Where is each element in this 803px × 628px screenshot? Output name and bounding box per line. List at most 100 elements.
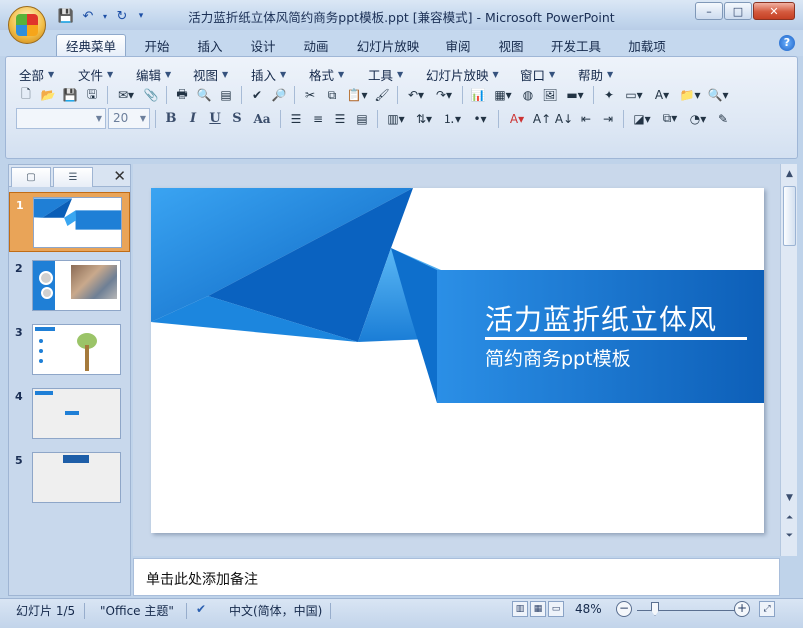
menu-tools[interactable]: 工具 ▼ [368, 65, 403, 84]
new-slide-icon[interactable]: ✦ [599, 85, 619, 105]
office-button[interactable] [8, 6, 46, 44]
copy-icon[interactable]: ⧉ [322, 85, 342, 105]
permission-icon[interactable]: 🖫 [82, 85, 102, 105]
folder-icon[interactable]: 📁▾ [677, 85, 703, 105]
zoom-out-icon[interactable]: − [616, 601, 632, 617]
font-size-dropdown[interactable]: 20 ▼ [108, 108, 150, 129]
numbering-icon[interactable]: ⒈▾ [439, 109, 465, 129]
bold-button[interactable]: B [161, 109, 181, 129]
scroll-up-icon[interactable]: ▲ [782, 166, 797, 181]
fit-to-window-icon[interactable]: ⤢ [759, 601, 775, 617]
table-icon[interactable]: ▦▾ [490, 85, 516, 105]
align-center-icon[interactable]: ≡ [308, 109, 328, 129]
vertical-scrollbar[interactable]: ▲ ▼ ⏶ ⏷ [780, 164, 797, 556]
paste-icon[interactable]: 📋▾ [344, 85, 370, 105]
cut-icon[interactable]: ✂ [300, 85, 320, 105]
print-preview-icon[interactable]: 🔍 [194, 85, 214, 105]
open-folder-icon[interactable]: 📂 [38, 85, 58, 105]
research-icon[interactable]: ▤ [216, 85, 236, 105]
maximize-button[interactable]: □ [724, 2, 752, 20]
picture-icon[interactable]: 🖼 [540, 85, 560, 105]
menu-all[interactable]: 全部 ▼ [19, 65, 54, 84]
slide-thumbnail-2[interactable]: 2 [9, 256, 130, 316]
tab-classic-menu[interactable]: 经典菜单 [56, 34, 126, 56]
spelling-icon[interactable]: ✔ [247, 85, 267, 105]
shape-outline-icon[interactable]: ✎ [713, 109, 733, 129]
zoom-in-icon[interactable]: + [734, 601, 750, 617]
new-document-icon[interactable]: 🗋 [16, 85, 36, 105]
align-left-icon[interactable]: ☰ [286, 109, 306, 129]
outline-tab[interactable]: ☰ [53, 167, 93, 187]
italic-button[interactable]: I [183, 109, 203, 129]
language[interactable]: 中文(简体，中国) [229, 602, 322, 619]
tab-home[interactable]: 开始 [137, 34, 177, 56]
zoom-slider-thumb[interactable] [651, 602, 659, 616]
align-right-icon[interactable]: ☰ [330, 109, 350, 129]
bullets-icon[interactable]: •▾ [467, 109, 493, 129]
undo-icon[interactable]: ↶▾ [403, 85, 429, 105]
justify-icon[interactable]: ▤ [352, 109, 372, 129]
text-box-icon[interactable]: A▾ [649, 85, 675, 105]
chart-icon[interactable]: 📊 [468, 85, 488, 105]
menu-format[interactable]: 格式 ▼ [309, 65, 344, 84]
redo-icon[interactable]: ↷▾ [431, 85, 457, 105]
shape-fill-icon[interactable]: ◔▾ [685, 109, 711, 129]
tab-design[interactable]: 设计 [243, 34, 283, 56]
slide-sorter-icon[interactable]: ▦ [530, 601, 546, 617]
help-icon[interactable]: ? [779, 35, 795, 51]
tab-insert[interactable]: 插入 [190, 34, 230, 56]
notes-pane[interactable]: 单击此处添加备注 [133, 558, 780, 596]
decrease-font-icon[interactable]: A↓ [554, 109, 574, 129]
underline-button[interactable]: U [205, 109, 225, 129]
tab-slideshow[interactable]: 幻灯片放映 [350, 34, 426, 56]
slide-layout-icon[interactable]: ▭▾ [621, 85, 647, 105]
menu-edit[interactable]: 编辑 ▼ [136, 65, 171, 84]
menu-view[interactable]: 视图 ▼ [193, 65, 228, 84]
zoom-level[interactable]: 48% [575, 602, 602, 616]
close-button[interactable]: ✕ [753, 2, 795, 20]
normal-view-icon[interactable]: ▥ [512, 601, 528, 617]
tab-developer[interactable]: 开发工具 [544, 34, 608, 56]
arrange-icon[interactable]: ⧉▾ [657, 109, 683, 129]
scroll-down-icon[interactable]: ▼ [782, 490, 797, 505]
print-icon[interactable]: 🖶 [172, 85, 192, 105]
menu-insert[interactable]: 插入 ▼ [251, 65, 286, 84]
menu-file[interactable]: 文件 ▼ [78, 65, 113, 84]
slide-thumbnail-4[interactable]: 4 [9, 384, 130, 444]
shapes-icon[interactable]: ◪▾ [629, 109, 655, 129]
font-color-icon[interactable]: A▾ [504, 109, 530, 129]
previous-slide-icon[interactable]: ⏶ [782, 510, 797, 525]
slideshow-view-icon[interactable]: ▭ [548, 601, 564, 617]
scroll-thumb[interactable] [783, 186, 796, 246]
increase-indent-icon[interactable]: ⇥ [598, 109, 618, 129]
text-direction-icon[interactable]: ⇅▾ [411, 109, 437, 129]
decrease-indent-icon[interactable]: ⇤ [576, 109, 596, 129]
increase-font-icon[interactable]: A↑ [532, 109, 552, 129]
zoom-icon[interactable]: 🔍▾ [705, 85, 731, 105]
spell-check-icon[interactable]: ✔ [196, 602, 206, 616]
font-name-dropdown[interactable]: ▼ [16, 108, 106, 129]
minimize-button[interactable]: – [695, 2, 723, 20]
slide-canvas[interactable]: 活力蓝折纸立体风 简约商务ppt模板 [151, 188, 764, 533]
find-icon[interactable]: 🔎 [269, 85, 289, 105]
slides-tab[interactable]: ▢ [11, 167, 51, 187]
menu-help[interactable]: 帮助 ▼ [578, 65, 613, 84]
tab-review[interactable]: 审阅 [438, 34, 478, 56]
menu-slideshow[interactable]: 幻灯片放映 ▼ [426, 65, 499, 84]
close-panel-icon[interactable]: ✕ [113, 167, 126, 185]
tab-addins[interactable]: 加载项 [621, 34, 673, 56]
slide-thumbnail-1[interactable]: 1 [9, 192, 130, 252]
clip-art-icon[interactable]: ◍ [518, 85, 538, 105]
slide-thumbnail-5[interactable]: 5 [9, 448, 130, 508]
slide-thumbnail-3[interactable]: 3 [9, 320, 130, 380]
change-case-button[interactable]: Aa [249, 109, 275, 129]
shadow-button[interactable]: S [227, 109, 247, 129]
email-icon[interactable]: ✉▾ [113, 85, 139, 105]
next-slide-icon[interactable]: ⏷ [782, 528, 797, 543]
attach-icon[interactable]: 📎 [141, 85, 161, 105]
color-grayscale-icon[interactable]: ▬▾ [562, 85, 588, 105]
menu-window[interactable]: 窗口 ▼ [520, 65, 555, 84]
tab-view[interactable]: 视图 [491, 34, 531, 56]
format-painter-icon[interactable]: 🖌 [372, 85, 392, 105]
columns-icon[interactable]: ▥▾ [383, 109, 409, 129]
